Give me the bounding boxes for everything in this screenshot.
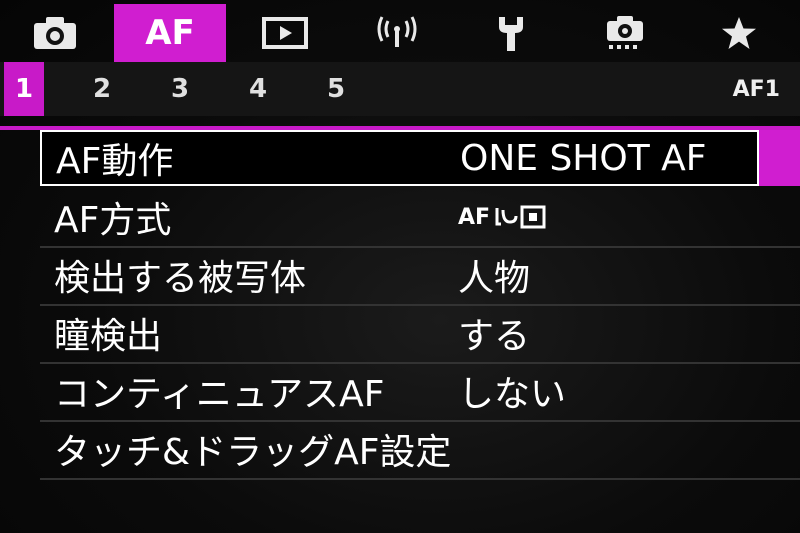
camera-menu-screen: AF 1 2 3 4 5 AF1 AF動作 ONE SHOT AF AF方式 A… bbox=[0, 0, 800, 533]
menu-item-label: タッチ&ドラッグAF設定 bbox=[54, 432, 452, 473]
selection-tail bbox=[757, 130, 800, 186]
tab-shooting[interactable] bbox=[20, 4, 90, 62]
menu-item-label: AF方式 bbox=[54, 200, 172, 241]
subtab-5[interactable]: 5 bbox=[316, 62, 356, 116]
page-label: AF1 bbox=[732, 76, 780, 102]
menu-item-subject-detection[interactable]: 検出する被写体 人物 bbox=[40, 246, 800, 306]
tab-setup[interactable] bbox=[476, 4, 546, 62]
subtab-4[interactable]: 4 bbox=[238, 62, 278, 116]
menu-item-eye-detection[interactable]: 瞳検出 する bbox=[40, 304, 800, 364]
menu-item-value: しない bbox=[458, 374, 567, 415]
subtab-1[interactable]: 1 bbox=[4, 62, 44, 116]
menu-item-touch-drag-af[interactable]: タッチ&ドラッグAF設定 bbox=[40, 420, 800, 480]
menu-item-label: 瞳検出 bbox=[54, 316, 163, 357]
menu-item-af-operation[interactable]: AF動作 ONE SHOT AF bbox=[40, 130, 759, 186]
tab-playback[interactable] bbox=[250, 4, 320, 62]
menu-item-label: 検出する被写体 bbox=[54, 258, 307, 299]
subtab-2[interactable]: 2 bbox=[82, 62, 122, 116]
menu-item-value: 人物 bbox=[458, 258, 531, 299]
af-method-text: AF bbox=[458, 204, 491, 230]
custom-function-camera-icon bbox=[607, 16, 643, 49]
tab-my-menu[interactable] bbox=[704, 4, 774, 62]
subtab-3[interactable]: 3 bbox=[160, 62, 200, 116]
menu-item-label: AF動作 bbox=[56, 141, 174, 182]
menu-item-value: AF bbox=[458, 188, 552, 246]
menu-item-af-method[interactable]: AF方式 AF bbox=[40, 188, 800, 248]
tab-custom-functions[interactable] bbox=[590, 4, 660, 62]
tab-af[interactable]: AF bbox=[114, 4, 226, 62]
tab-wireless[interactable] bbox=[362, 4, 432, 62]
wireless-icon bbox=[377, 16, 417, 47]
menu-item-value: する bbox=[458, 316, 531, 357]
face-tracking-af-icon bbox=[495, 205, 546, 229]
camera-icon bbox=[34, 17, 76, 49]
menu-item-label: コンティニュアスAF bbox=[54, 374, 385, 415]
tab-af-label: AF bbox=[145, 13, 195, 53]
menu-item-continuous-af[interactable]: コンティニュアスAF しない bbox=[40, 362, 800, 422]
wrench-icon bbox=[499, 17, 523, 51]
menu-category-tabs: AF bbox=[0, 0, 800, 62]
submenu-page-tabs: 1 2 3 4 5 AF1 bbox=[0, 62, 800, 116]
playback-icon bbox=[262, 17, 308, 49]
star-icon bbox=[722, 17, 756, 49]
menu-item-value: ONE SHOT AF bbox=[460, 137, 707, 179]
